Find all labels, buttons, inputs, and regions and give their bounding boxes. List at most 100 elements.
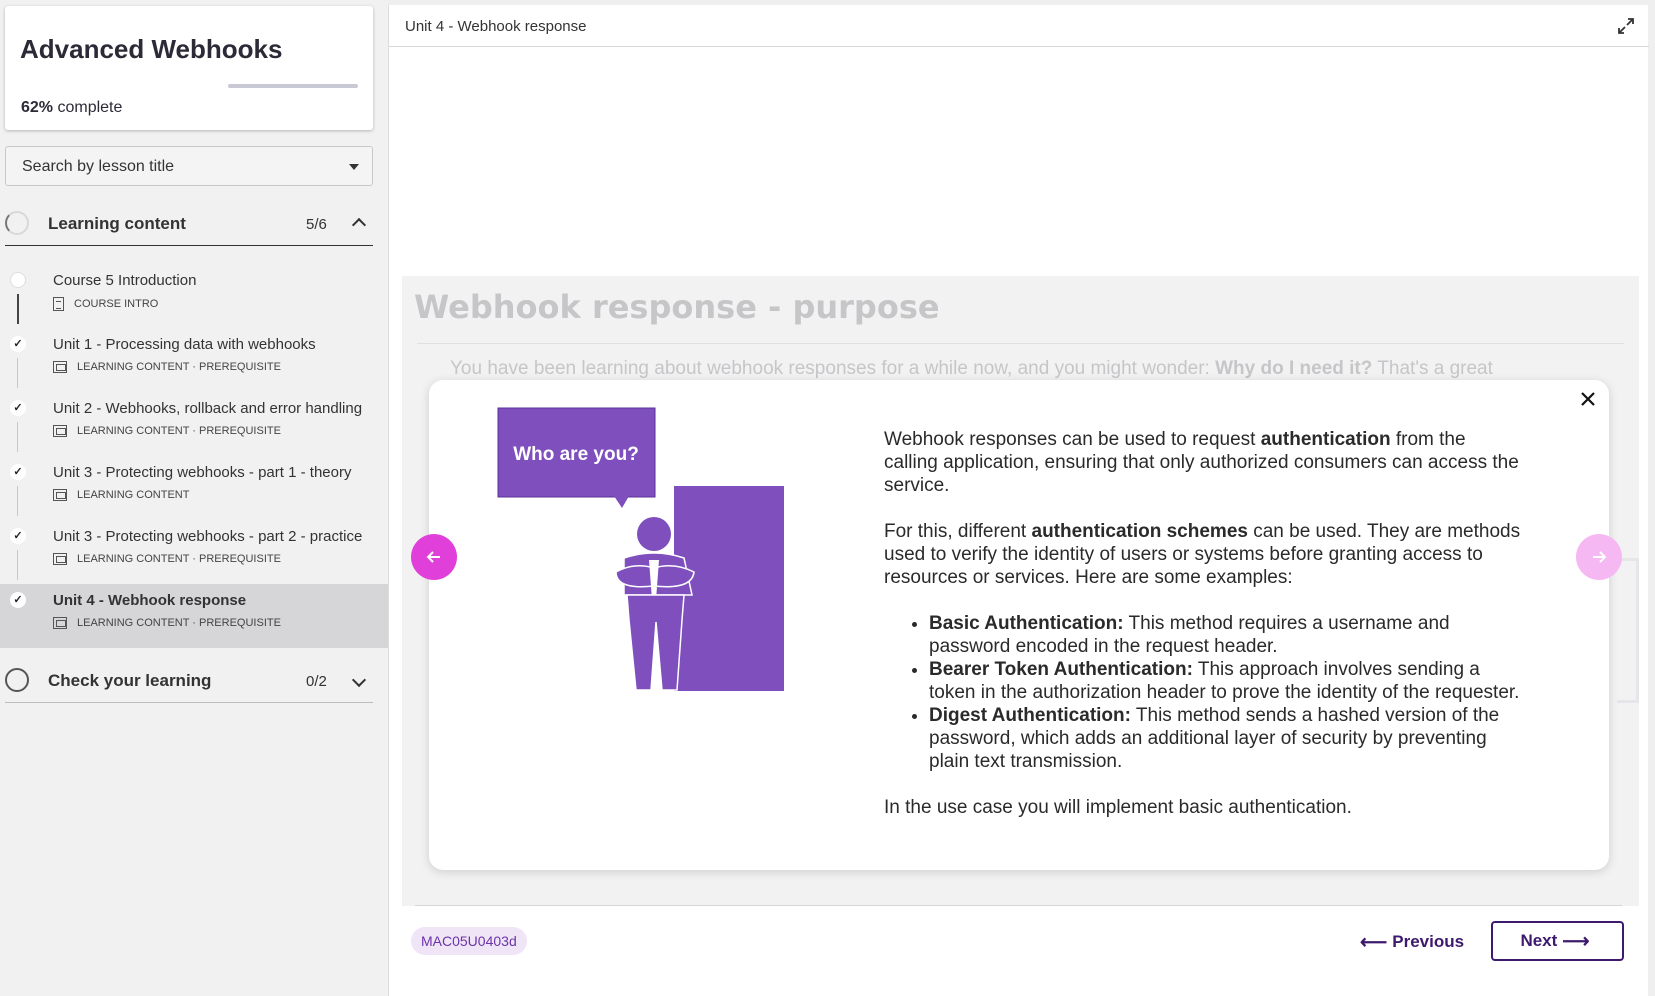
lesson-connector [17, 294, 19, 324]
lesson-meta-text: LEARNING CONTENT · PREREQUISITE [77, 617, 281, 629]
lesson-meta-text: LEARNING CONTENT · PREREQUISITE [77, 553, 281, 565]
close-icon[interactable] [1577, 388, 1599, 410]
check-icon: ✓ [10, 464, 26, 480]
lesson-item[interactable]: ✓ Unit 3 - Protecting webhooks - part 2 -… [0, 520, 388, 584]
arrow-right-icon [1593, 551, 1607, 563]
modal-paragraph-2: For this, different authentication schem… [884, 520, 1524, 589]
caret-down-icon [349, 164, 359, 170]
chevron-up-icon[interactable] [351, 216, 367, 233]
auth-scheme-list: Basic Authentication: This method requir… [929, 612, 1524, 773]
lesson-item[interactable]: ✓ Unit 2 - Webhooks, rollback and error h… [0, 392, 388, 456]
modal-paragraph-3: In the use case you will implement basic… [884, 797, 1352, 818]
lesson-title: Unit 1 - Processing data with webhooks [53, 336, 316, 353]
page-title: Webhook response - purpose [414, 288, 940, 326]
lesson-meta: COURSE INTRO [53, 297, 158, 311]
background-card-edge [1617, 558, 1639, 703]
auth-scheme-item: Basic Authentication: This method requir… [929, 612, 1524, 658]
progress-bar [228, 84, 358, 88]
section-count: 0/2 [306, 673, 327, 690]
lesson-connector [17, 486, 18, 516]
lesson-search-placeholder: Search by lesson title [22, 158, 175, 175]
document-icon [53, 297, 64, 311]
slides-icon [53, 425, 67, 437]
slides-icon [53, 617, 67, 629]
section-count: 5/6 [306, 216, 327, 233]
arrow-right-icon: ⟶ [1562, 930, 1590, 952]
expand-icon[interactable] [1617, 17, 1635, 35]
footer-divider [415, 905, 1622, 906]
lesson-title: Course 5 Introduction [53, 272, 197, 289]
modal-paragraph-1: Webhook responses can be used to request… [884, 428, 1524, 497]
carousel-next-button[interactable] [1576, 534, 1622, 580]
course-progress-card: Advanced Webhooks 62% complete [5, 6, 373, 130]
lesson-meta: LEARNING CONTENT · PREREQUISITE [53, 425, 281, 437]
auth-scheme-item: Bearer Token Authentication: This approa… [929, 658, 1524, 704]
carousel-prev-button[interactable] [411, 534, 457, 580]
lesson-title: Unit 3 - Protecting webhooks - part 1 - … [53, 464, 352, 481]
modal-body-text: Webhook responses can be used to request… [884, 428, 1524, 842]
check-icon: ✓ [10, 336, 26, 352]
progress-text: 62% complete [21, 99, 122, 117]
authentication-illustration: Who are you? [497, 407, 784, 691]
auth-scheme-name: Digest Authentication: [929, 705, 1131, 726]
check-icon: ✓ [10, 592, 26, 608]
progress-suffix: complete [53, 99, 123, 116]
section-title: Check your learning [48, 671, 212, 690]
status-empty-icon [10, 272, 26, 288]
info-modal: Who are you? Webhook responses can be us… [429, 380, 1609, 870]
progress-percent: 62% [21, 99, 54, 116]
lesson-meta: LEARNING CONTENT · PREREQUISITE [53, 553, 281, 565]
next-label: Next [1520, 931, 1558, 950]
section-check-your-learning[interactable]: Check your learning 0/2 [5, 657, 373, 703]
lesson-search-select[interactable]: Search by lesson title [5, 146, 373, 186]
slides-icon [53, 489, 67, 501]
modal-p2-bold: authentication schemes [1031, 521, 1248, 542]
intro-paragraph: You have been learning about webhook res… [450, 358, 1493, 380]
lesson-header-title: Unit 4 - Webhook response [405, 18, 587, 35]
arrow-left-icon: ⟵ [1360, 931, 1388, 953]
lesson-item[interactable]: ✓ Unit 4 - Webhook response LEARNING CONTE… [0, 584, 388, 648]
chevron-down-icon[interactable] [351, 672, 367, 688]
lesson-connector [17, 422, 18, 452]
section-title: Learning content [48, 214, 186, 233]
modal-p2-text: For this, different [884, 521, 1032, 542]
lesson-header: Unit 4 - Webhook response [389, 5, 1649, 47]
arrow-left-icon [426, 551, 440, 563]
previous-button[interactable]: ⟵ Previous [1355, 923, 1464, 961]
section-learning-content[interactable]: Learning content 5/6 [5, 200, 373, 246]
auth-scheme-name: Bearer Token Authentication: [929, 659, 1193, 680]
lesson-item[interactable]: ✓ Unit 3 - Protecting webhooks - part 1 -… [0, 456, 388, 520]
intro-text-2: That's a great [1372, 358, 1493, 379]
lesson-title: Unit 4 - Webhook response [53, 592, 247, 609]
lesson-list: Course 5 Introduction COURSE INTRO ✓ Unit 1… [0, 264, 388, 648]
modal-p1-bold: authentication [1260, 429, 1391, 450]
intro-text-1: You have been learning about webhook res… [450, 358, 1216, 379]
next-button[interactable]: Next ⟶ [1491, 921, 1624, 961]
slides-icon [53, 361, 67, 373]
lesson-meta: LEARNING CONTENT · PREREQUISITE [53, 361, 281, 373]
lesson-meta-text: COURSE INTRO [74, 298, 159, 310]
modal-p1-text: Webhook responses can be used to request [884, 429, 1261, 450]
lesson-item[interactable]: ✓ Unit 1 - Processing data with webhooks L… [0, 328, 388, 392]
lesson-item[interactable]: Course 5 Introduction COURSE INTRO [0, 264, 388, 328]
section-progress-ring-icon [5, 211, 29, 235]
lesson-meta-text: LEARNING CONTENT [77, 489, 190, 501]
intro-text-bold: Why do I need it? [1215, 358, 1373, 379]
lesson-title: Unit 2 - Webhooks, rollback and error ha… [53, 400, 363, 417]
lesson-meta-text: LEARNING CONTENT · PREREQUISITE [77, 361, 281, 373]
section-progress-ring-icon [5, 668, 29, 692]
divider [417, 343, 1624, 344]
check-icon: ✓ [10, 528, 26, 544]
auth-scheme-name: Basic Authentication: [929, 613, 1124, 634]
course-title: Advanced Webhooks [20, 34, 283, 64]
illustration-bubble-text: Who are you? [513, 444, 639, 465]
check-icon: ✓ [10, 400, 26, 416]
course-sidebar: Advanced Webhooks 62% complete Search by… [0, 0, 388, 996]
lesson-connector [17, 550, 18, 580]
lesson-meta-text: LEARNING CONTENT · PREREQUISITE [77, 425, 281, 437]
lesson-meta: LEARNING CONTENT · PREREQUISITE [53, 617, 281, 629]
lesson-viewer: Unit 4 - Webhook response Webhook respon… [388, 5, 1649, 996]
lesson-meta: LEARNING CONTENT [53, 489, 189, 501]
lesson-code-badge: MAC05U0403d [411, 927, 527, 955]
lesson-connector [17, 358, 18, 388]
